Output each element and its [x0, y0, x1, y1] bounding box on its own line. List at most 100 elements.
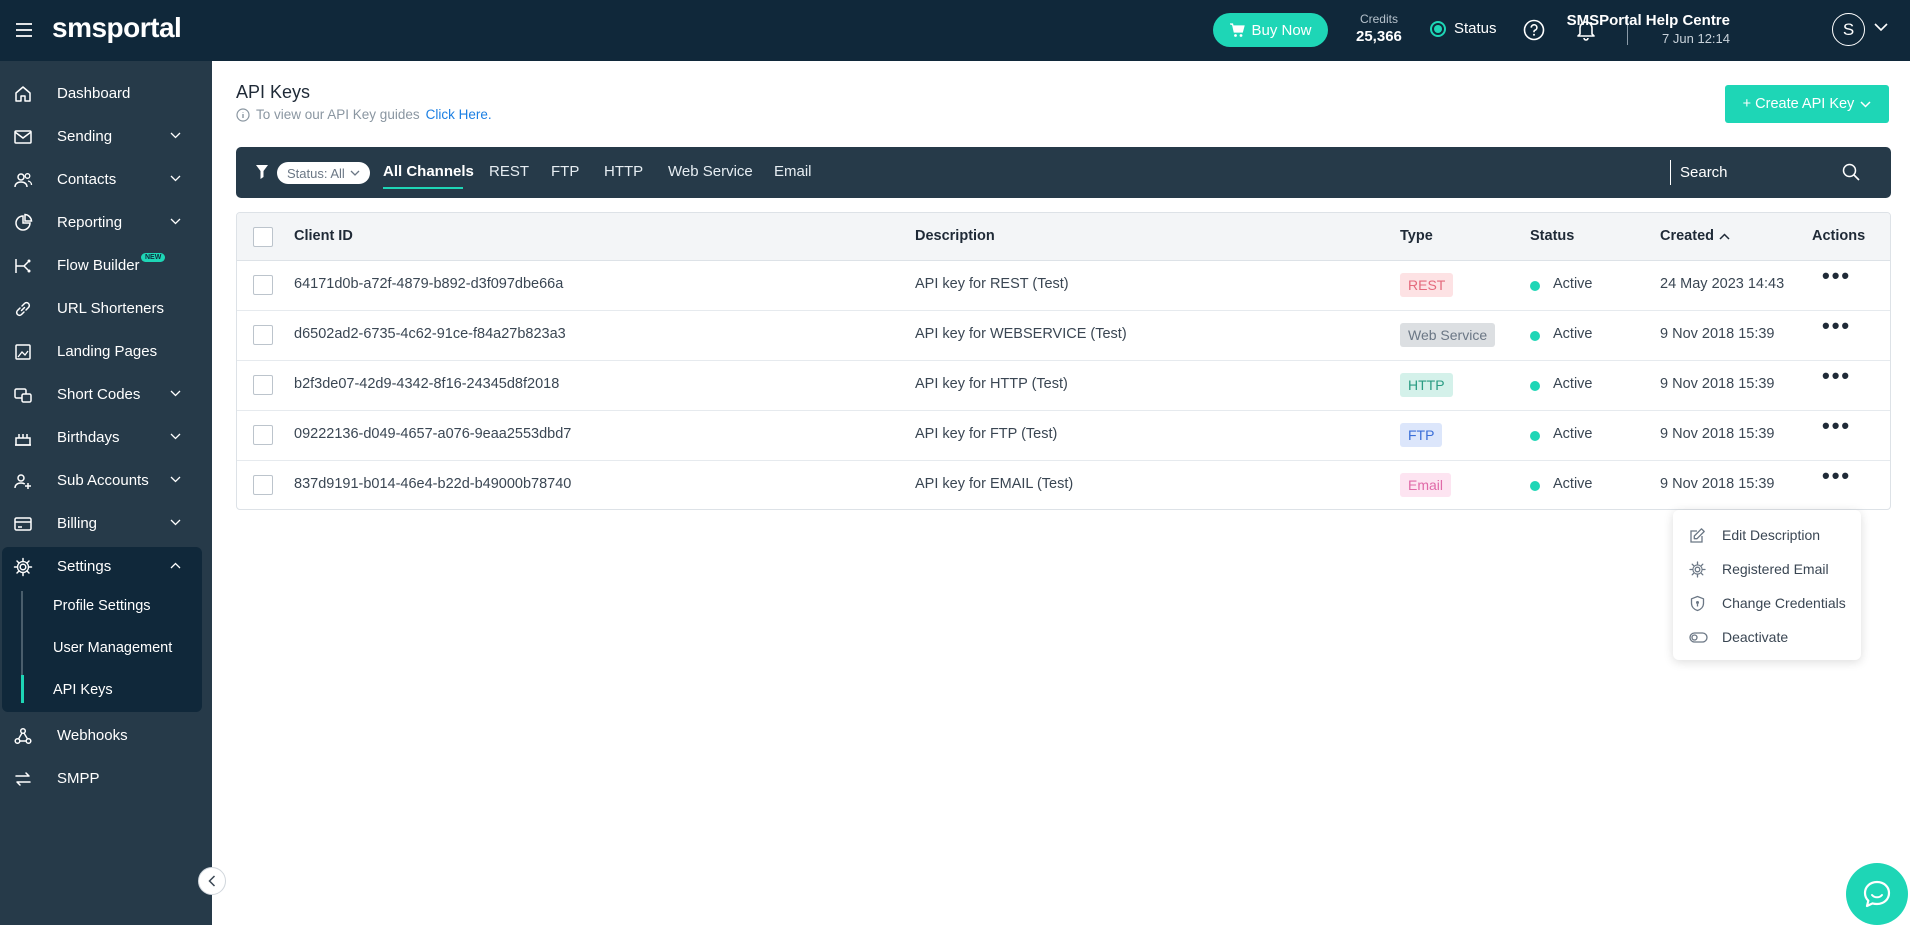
description-cell: API key for EMAIL (Test)	[915, 476, 1074, 492]
menu-item-label: Change Credentials	[1722, 595, 1846, 611]
sidebar-item-label: Dashboard	[57, 85, 131, 102]
tab-web-service[interactable]: Web Service	[668, 163, 753, 180]
chat-bubble-icon	[1863, 880, 1891, 908]
menu-item-edit-description[interactable]: Edit Description	[1673, 518, 1861, 552]
row-checkbox[interactable]	[253, 275, 273, 295]
sidebar-item-label: Webhooks	[57, 727, 128, 744]
top-bar: smsportal Buy Now Credits 25,366 Status …	[0, 0, 1910, 61]
menu-item-change-credentials[interactable]: Change Credentials	[1673, 586, 1861, 620]
sidebar-subitem-api-keys[interactable]: API Keys	[53, 682, 113, 698]
sidebar-item-webhooks[interactable]: Webhooks	[0, 714, 212, 757]
row-checkbox[interactable]	[253, 425, 273, 445]
shield-icon	[1689, 595, 1706, 612]
sidebar-subitem-user-management[interactable]: User Management	[53, 640, 172, 656]
type-badge: FTP	[1400, 423, 1443, 447]
guide-link[interactable]: Click Here.	[426, 107, 492, 122]
app-logo[interactable]: smsportal	[52, 12, 182, 44]
column-header-type: Type	[1400, 228, 1433, 244]
description-cell: API key for FTP (Test)	[915, 426, 1058, 442]
gear-icon	[13, 557, 33, 577]
create-api-key-button[interactable]: + Create API Key	[1725, 85, 1889, 123]
tab-rest[interactable]: REST	[489, 163, 529, 180]
status-dot-icon	[1530, 331, 1540, 341]
type-badge: HTTP	[1400, 373, 1453, 397]
row-actions-menu: Edit Description Registered Email Change…	[1673, 510, 1861, 660]
table-row: b2f3de07-42d9-4342-8f16-24345d8f2018 API…	[237, 361, 1890, 411]
sidebar-item-label: Billing	[57, 515, 98, 532]
sidebar-collapse-button[interactable]	[198, 867, 226, 895]
search-input[interactable]	[1680, 160, 1840, 185]
sidebar-item-contacts[interactable]: Contacts	[0, 158, 212, 201]
status-filter-dropdown[interactable]: Status: All	[277, 162, 370, 184]
row-checkbox[interactable]	[253, 475, 273, 495]
sidebar-item-sub-accounts[interactable]: Sub Accounts	[0, 459, 212, 502]
tab-all-channels[interactable]: All Channels	[383, 163, 474, 180]
column-header-created[interactable]: Created	[1660, 228, 1730, 244]
sidebar-item-flow-builder[interactable]: Flow Builder NEW	[0, 244, 212, 287]
sidebar-item-sending[interactable]: Sending	[0, 115, 212, 158]
more-actions-icon[interactable]: •••	[1822, 365, 1860, 391]
search-icon[interactable]	[1842, 163, 1860, 181]
help-centre-link[interactable]: SMSPortal Help Centre 7 Jun 12:14	[1567, 12, 1730, 46]
sidebar-item-label: Birthdays	[57, 429, 120, 446]
more-actions-icon[interactable]: •••	[1822, 465, 1860, 491]
type-badge: REST	[1400, 273, 1454, 297]
sidebar-item-billing[interactable]: Billing	[0, 502, 212, 545]
chevron-down-icon	[170, 390, 181, 397]
more-actions-icon[interactable]: •••	[1822, 415, 1860, 441]
sidebar-item-landing-pages[interactable]: Landing Pages	[0, 330, 212, 373]
status-link[interactable]: Status	[1430, 20, 1497, 37]
column-header-created-label: Created	[1660, 228, 1714, 244]
type-badge: Web Service	[1400, 323, 1496, 347]
status-cell: Active	[1553, 426, 1593, 442]
sidebar-item-settings[interactable]: Settings	[0, 545, 212, 588]
tab-ftp[interactable]: FTP	[551, 163, 579, 180]
filter-funnel-icon[interactable]	[255, 164, 269, 180]
status-cell: Active	[1553, 376, 1593, 392]
sidebar-subitem-profile-settings[interactable]: Profile Settings	[53, 598, 151, 614]
sidebar-item-dashboard[interactable]: Dashboard	[0, 72, 212, 115]
sidebar-item-label: Reporting	[57, 214, 123, 231]
hamburger-menu-icon[interactable]	[14, 20, 34, 40]
search-divider	[1670, 160, 1671, 185]
row-checkbox[interactable]	[253, 325, 273, 345]
api-key-guide-note: To view our API Key guides Click Here.	[236, 107, 492, 122]
active-item-indicator	[21, 675, 24, 703]
flow-icon	[13, 256, 33, 276]
more-actions-icon[interactable]: •••	[1822, 265, 1860, 291]
info-icon	[236, 107, 250, 122]
sidebar-item-birthdays[interactable]: Birthdays	[0, 416, 212, 459]
sidebar-item-url-shorteners[interactable]: URL Shorteners	[0, 287, 212, 330]
description-cell: API key for REST (Test)	[915, 276, 1069, 292]
created-cell: 9 Nov 2018 15:39	[1660, 326, 1775, 342]
created-cell: 9 Nov 2018 15:39	[1660, 376, 1775, 392]
chevron-up-icon	[170, 562, 181, 569]
tab-http[interactable]: HTTP	[604, 163, 643, 180]
sidebar-item-label: Flow Builder	[57, 257, 140, 274]
chevron-down-icon	[170, 175, 181, 182]
row-checkbox[interactable]	[253, 375, 273, 395]
chevron-down-icon[interactable]	[1874, 23, 1888, 32]
column-header-status: Status	[1530, 228, 1575, 244]
user-avatar[interactable]: S	[1832, 13, 1865, 46]
api-keys-table: Client ID Description Type Status Create…	[236, 212, 1891, 510]
buy-now-button[interactable]: Buy Now	[1213, 13, 1328, 47]
column-header-description: Description	[915, 228, 995, 244]
menu-item-deactivate[interactable]: Deactivate	[1673, 620, 1861, 654]
help-icon[interactable]	[1523, 19, 1545, 41]
menu-item-registered-email[interactable]: Registered Email	[1673, 552, 1861, 586]
sidebar-item-reporting[interactable]: Reporting	[0, 201, 212, 244]
sidebar-item-smpp[interactable]: SMPP	[0, 757, 212, 800]
table-header: Client ID Description Type Status Create…	[237, 213, 1890, 261]
sidebar-item-short-codes[interactable]: Short Codes	[0, 373, 212, 416]
more-actions-icon[interactable]: •••	[1822, 315, 1860, 341]
credits-display: Credits 25,366	[1356, 12, 1402, 45]
chat-support-button[interactable]	[1846, 863, 1908, 925]
select-all-checkbox[interactable]	[253, 227, 273, 247]
sidebar-item-label: Sending	[57, 128, 113, 145]
status-dot-icon	[1530, 281, 1540, 291]
pie-chart-icon	[13, 213, 33, 233]
description-cell: API key for WEBSERVICE (Test)	[915, 326, 1127, 342]
sidebar-item-label: URL Shorteners	[57, 300, 164, 317]
tab-email[interactable]: Email	[774, 163, 812, 180]
